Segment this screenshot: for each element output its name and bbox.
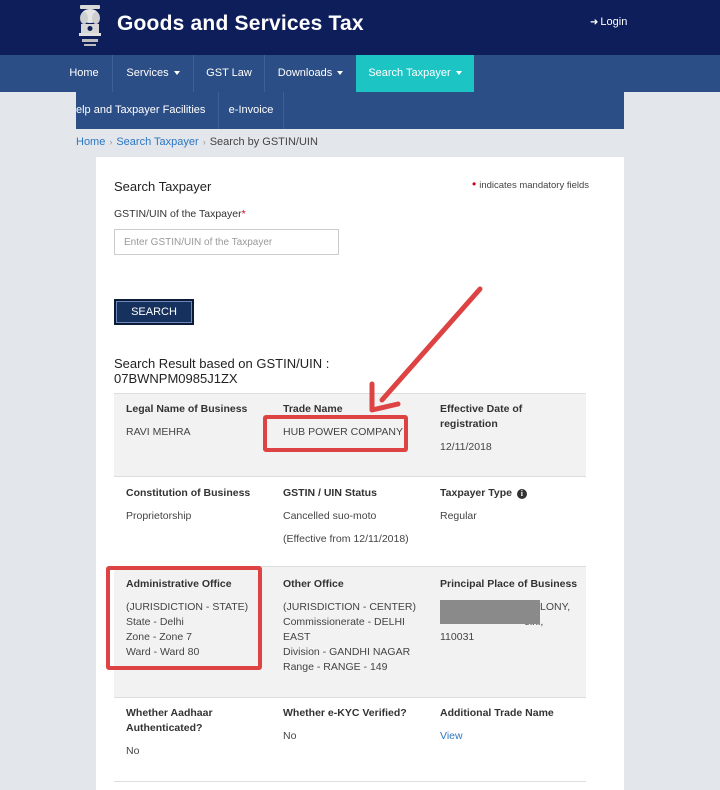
chevron-down-icon [337,71,344,76]
search-button[interactable]: SEARCH [114,299,194,325]
breadcrumb-separator: › [202,137,206,147]
gstin-status-value: Cancelled suo-moto [283,510,377,522]
aadhaar-label-line1: Whether Aadhaar [126,707,213,719]
nav-services-label: Services [126,67,169,79]
constitution-label: Constitution of Business [126,487,251,499]
legal-name-label: Legal Name of Business [126,403,248,415]
nav-gst-law-label: GST Law [206,67,252,79]
form-title: Search Taxpayer [114,179,212,194]
row-divider [114,697,586,698]
national-emblem-icon [79,5,101,46]
taxpayer-type-value: Regular [440,510,477,522]
login-icon: ➜ [590,17,599,28]
legal-name-value: RAVI MEHRA [126,426,191,438]
nav-e-invoice[interactable]: e-Invoice [219,92,283,129]
site-title: Goods and Services Tax [117,12,364,35]
admin-office-highlight-box [106,566,262,670]
ppob-line3: 110031 [440,631,475,643]
row-divider [114,781,586,782]
other-office-label: Other Office [283,578,344,590]
constitution-value: Proprietorship [126,510,192,522]
other-office-value: (JURISDICTION - CENTER) Commissionerate … [283,600,416,675]
nav-downloads[interactable]: Downloads [265,55,356,92]
gstin-label-text: GSTIN/UIN of the Taxpayer [114,208,242,220]
site-header: Goods and Services Tax ➜ Login [0,0,720,55]
nav-divider [283,92,284,129]
gstin-input[interactable] [114,229,339,255]
breadcrumb-search-taxpayer[interactable]: Search Taxpayer [116,136,198,148]
primary-nav: Home Services GST Law Downloads Search T… [0,55,720,92]
result-gstin: 07BWNPM0985J1ZX [114,371,238,386]
other-office-line: (JURISDICTION - CENTER) [283,601,416,613]
nav-gst-law[interactable]: GST Law [194,55,264,92]
mandatory-dot-icon: • [472,177,477,191]
secondary-nav: elp and Taxpayer Facilities e-Invoice [76,92,624,129]
effective-date-label-line2: registration [440,418,498,430]
effective-date-label-line1: Effective Date of [440,403,523,415]
nav-search-taxpayer[interactable]: Search Taxpayer [356,55,474,92]
gstin-label: GSTIN/UIN of the Taxpayer* [114,208,246,220]
breadcrumb-separator: › [109,137,113,147]
aadhaar-label-line2: Authenticated? [126,722,203,734]
ekyc-value: No [283,730,297,742]
chevron-down-icon [173,71,180,76]
additional-trade-name-label: Additional Trade Name [440,707,554,719]
gstin-status-label: GSTIN / UIN Status [283,487,377,499]
result-heading-line1: Search Result based on GSTIN/UIN : [114,356,330,371]
nav-help-label: elp and Taxpayer Facilities [76,104,206,116]
ppob-line1: LONY, [540,601,571,613]
nav-home-label: Home [69,67,99,79]
ekyc-label: Whether e-KYC Verified? [283,707,407,719]
nav-search-taxpayer-label: Search Taxpayer [368,67,451,79]
aadhaar-label: Whether Aadhaar Authenticated? [126,706,213,736]
nav-home[interactable]: Home [56,55,112,92]
mandatory-note-text: indicates mandatory fields [479,180,590,191]
nav-help-taxpayer-facilities[interactable]: elp and Taxpayer Facilities [76,92,218,129]
taxpayer-type-label-text: Taxpayer Type [440,487,512,499]
effective-date-value: 12/11/2018 [440,441,492,453]
login-label: Login [600,16,628,28]
breadcrumb-home[interactable]: Home [76,136,105,148]
other-office-line: Range - RANGE - 149 [283,661,388,673]
other-office-line: Division - GANDHI NAGAR [283,646,411,658]
ppob-label: Principal Place of Business [440,578,578,590]
nav-downloads-label: Downloads [277,67,333,79]
breadcrumb: Home › Search Taxpayer › Search by GSTIN/UIN [76,136,318,148]
required-asterisk: * [241,208,246,220]
taxpayer-type-label: Taxpayer Type i [440,486,527,501]
nav-services[interactable]: Services [113,55,193,92]
breadcrumb-current: Search by GSTIN/UIN [209,136,318,148]
nav-e-invoice-label: e-Invoice [228,104,274,116]
chevron-down-icon [455,71,462,76]
row-divider [114,476,586,477]
other-office-line: Commissionerate - DELHI [283,616,405,628]
additional-trade-name-view-link[interactable]: View [440,730,463,742]
trade-name-highlight-box [263,415,408,452]
other-office-line: EAST [283,631,311,643]
result-heading: Search Result based on GSTIN/UIN : 07BWN… [114,356,374,386]
login-link[interactable]: ➜ Login [590,16,627,28]
mandatory-note: • indicates mandatory fields [472,177,589,191]
effective-date-label: Effective Date of registration [440,402,522,432]
gstin-status-effective: (Effective from 12/11/2018) [283,533,409,545]
redaction-block [440,600,540,624]
info-icon[interactable]: i [516,489,527,499]
aadhaar-value: No [126,745,140,757]
